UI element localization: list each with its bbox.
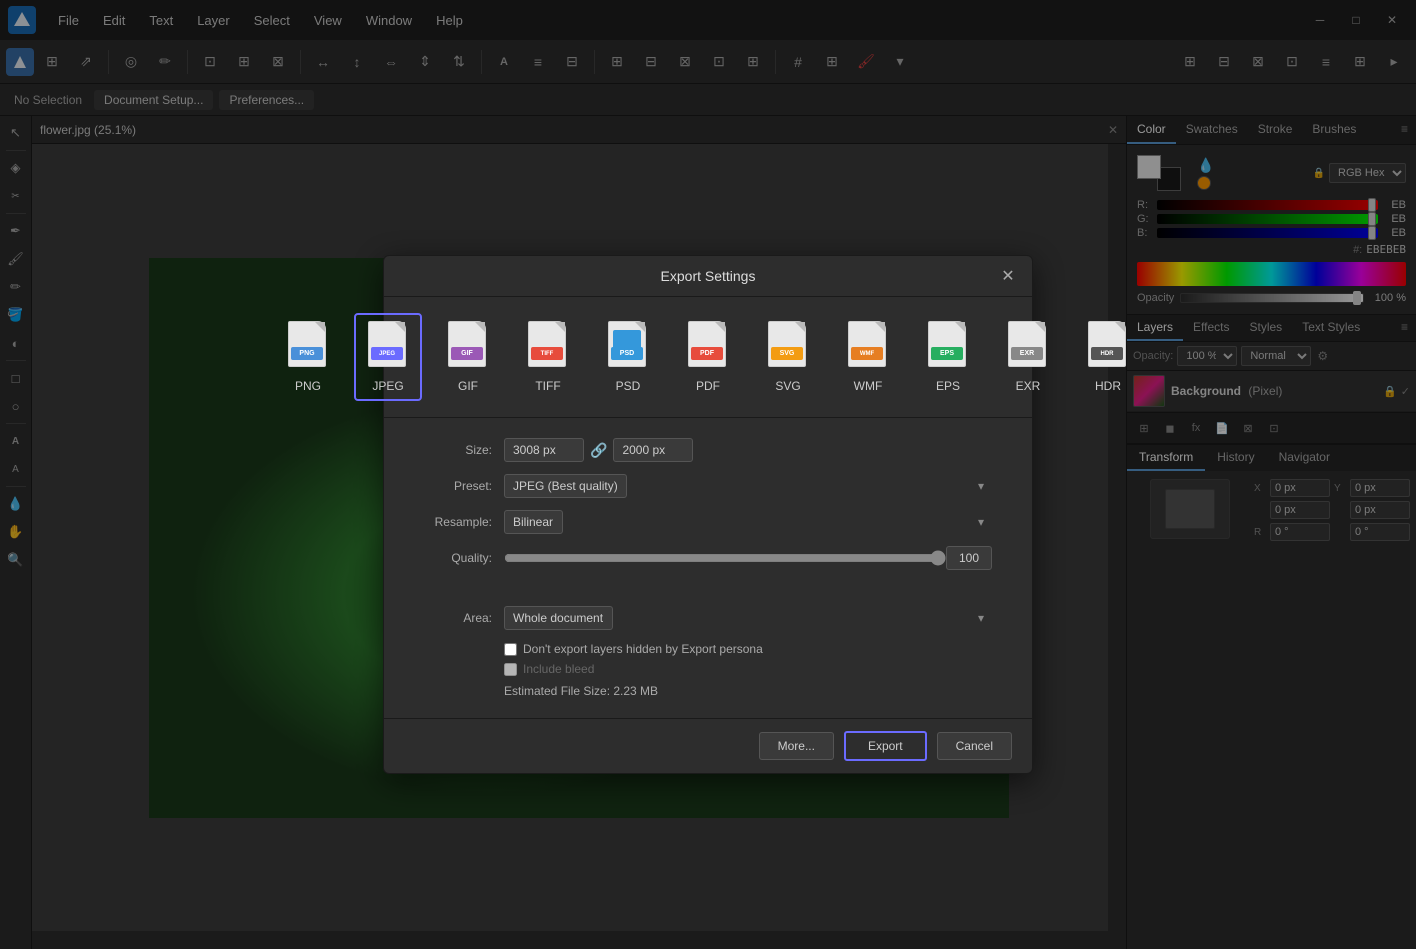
quality-value-input[interactable]: [946, 546, 992, 570]
resample-select-wrapper: Bilinear: [504, 510, 992, 534]
no-export-hidden-checkbox[interactable]: [504, 643, 517, 656]
resample-row: Resample: Bilinear: [424, 510, 992, 534]
dialog-close-button[interactable]: ✕: [996, 264, 1020, 288]
cancel-button[interactable]: Cancel: [937, 732, 1012, 760]
format-gif[interactable]: GIF GIF: [434, 313, 502, 401]
preset-select[interactable]: JPEG (Best quality): [504, 474, 627, 498]
format-psd-label: PSD: [616, 379, 641, 393]
size-row: Size: 🔗: [424, 438, 992, 462]
link-icon[interactable]: 🔗: [590, 442, 607, 459]
dialog-body: Size: 🔗 Preset: JPEG (Best quality) Res: [384, 418, 1032, 718]
area-label: Area:: [424, 611, 504, 625]
format-exr[interactable]: EXR EXR: [994, 313, 1062, 401]
format-jpeg-label: JPEG: [372, 379, 403, 393]
format-eps-icon: EPS: [924, 321, 972, 373]
size-label: Size:: [424, 443, 504, 457]
format-tiff-label: TIFF: [535, 379, 560, 393]
no-export-hidden-row: Don't export layers hidden by Export per…: [424, 642, 992, 656]
format-gif-label: GIF: [458, 379, 478, 393]
format-wmf-label: WMF: [854, 379, 883, 393]
include-bleed-checkbox[interactable]: [504, 663, 517, 676]
format-pdf-icon: PDF: [684, 321, 732, 373]
quality-slider[interactable]: [504, 550, 946, 566]
estimated-row: Estimated File Size: 2.23 MB: [424, 684, 992, 698]
format-wmf[interactable]: WMF WMF: [834, 313, 902, 401]
format-svg-label: SVG: [775, 379, 800, 393]
dialog-header: Export Settings ✕: [384, 256, 1032, 297]
format-hdr-label: HDR: [1095, 379, 1121, 393]
format-pdf-label: PDF: [696, 379, 720, 393]
estimated-text: Estimated File Size: 2.23 MB: [504, 684, 658, 698]
format-psd[interactable]: PSD PSD: [594, 313, 662, 401]
size-width-input[interactable]: [504, 438, 584, 462]
dialog-footer: More... Export Cancel: [384, 718, 1032, 773]
include-bleed-row: Include bleed: [424, 662, 992, 676]
format-jpeg[interactable]: JPEG JPEG: [354, 313, 422, 401]
format-hdr-icon: HDR: [1084, 321, 1132, 373]
format-psd-icon: PSD: [604, 321, 652, 373]
spacer: [424, 582, 992, 598]
format-exr-icon: EXR: [1004, 321, 1052, 373]
resample-select[interactable]: Bilinear: [504, 510, 563, 534]
export-settings-dialog: Export Settings ✕ PNG PNG: [383, 255, 1033, 774]
preset-select-wrapper: JPEG (Best quality): [504, 474, 992, 498]
size-height-input[interactable]: [613, 438, 693, 462]
format-tiff[interactable]: TIFF TIFF: [514, 313, 582, 401]
size-controls: 🔗: [504, 438, 992, 462]
more-button[interactable]: More...: [759, 732, 834, 760]
format-png[interactable]: PNG PNG: [274, 313, 342, 401]
area-select-wrapper: Whole document: [504, 606, 992, 630]
format-svg[interactable]: SVG SVG: [754, 313, 822, 401]
format-wmf-icon: WMF: [844, 321, 892, 373]
area-row: Area: Whole document: [424, 606, 992, 630]
resample-label: Resample:: [424, 515, 504, 529]
quality-row: Quality:: [424, 546, 992, 570]
format-eps[interactable]: EPS EPS: [914, 313, 982, 401]
dialog-overlay: Export Settings ✕ PNG PNG: [0, 0, 1416, 949]
include-bleed-label: Include bleed: [523, 662, 594, 676]
format-gif-icon: GIF: [444, 321, 492, 373]
area-select[interactable]: Whole document: [504, 606, 613, 630]
format-eps-label: EPS: [936, 379, 960, 393]
quality-label: Quality:: [424, 551, 504, 565]
format-svg-icon: SVG: [764, 321, 812, 373]
format-jpeg-icon: JPEG: [364, 321, 412, 373]
format-exr-label: EXR: [1016, 379, 1041, 393]
dialog-title: Export Settings: [661, 268, 756, 284]
format-hdr[interactable]: HDR HDR: [1074, 313, 1142, 401]
format-png-label: PNG: [295, 379, 321, 393]
format-tiff-icon: TIFF: [524, 321, 572, 373]
export-button[interactable]: Export: [844, 731, 927, 761]
preset-label: Preset:: [424, 479, 504, 493]
format-pdf[interactable]: PDF PDF: [674, 313, 742, 401]
format-row: PNG PNG JPEG JPEG: [384, 297, 1032, 418]
format-png-icon: PNG: [284, 321, 332, 373]
preset-row: Preset: JPEG (Best quality): [424, 474, 992, 498]
no-export-hidden-label: Don't export layers hidden by Export per…: [523, 642, 763, 656]
